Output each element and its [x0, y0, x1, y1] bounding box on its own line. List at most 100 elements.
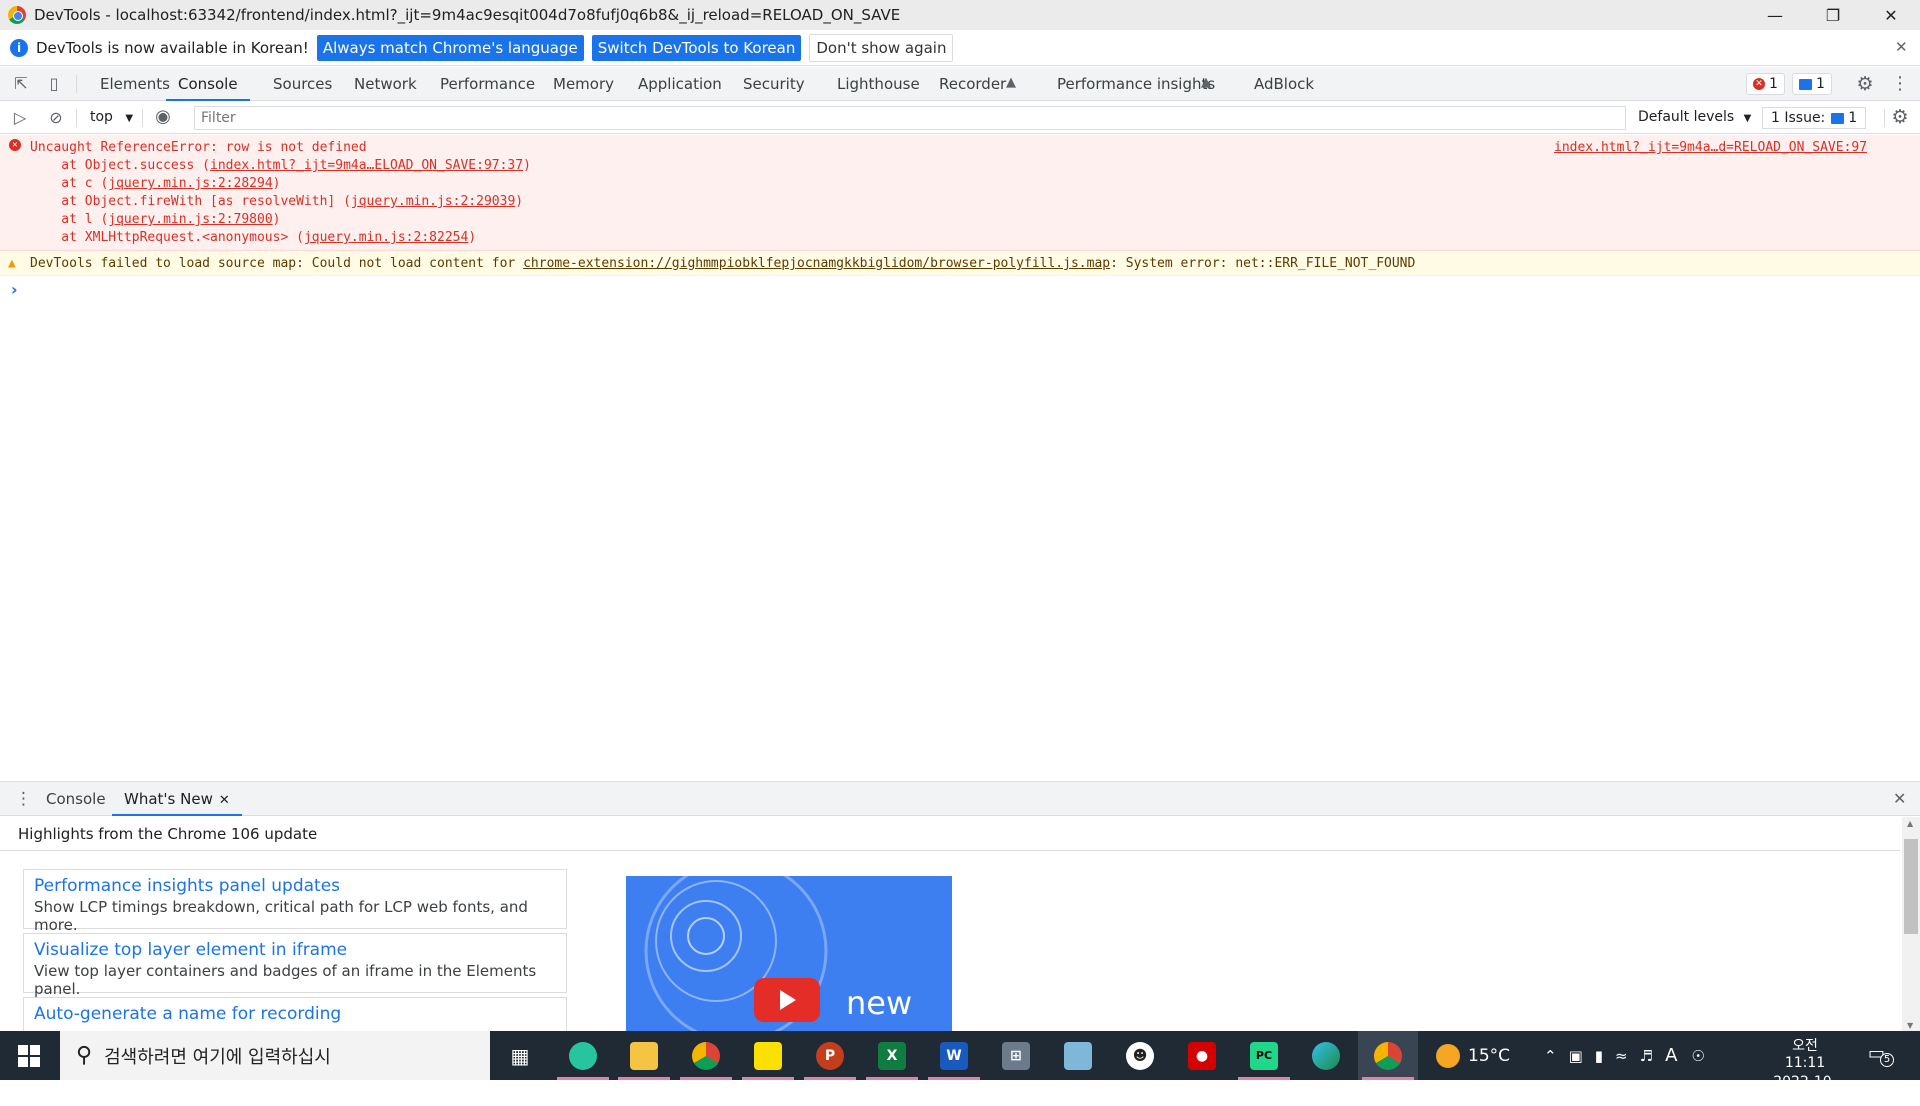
stack-frame-link[interactable]: jquery.min.js:2:29039: [351, 194, 515, 209]
taskbar-app-pycharm[interactable]: PC: [1234, 1031, 1294, 1080]
notepad-icon: [1064, 1041, 1092, 1070]
stack-frame-link[interactable]: jquery.min.js:2:82254: [304, 230, 468, 245]
restore-button[interactable]: ❐: [1804, 0, 1862, 30]
ide-icon: [569, 1041, 597, 1070]
taskbar-app-excel[interactable]: X: [862, 1031, 922, 1080]
folder-icon: [630, 1041, 658, 1070]
taskbar-app-notepad[interactable]: [1048, 1031, 1108, 1080]
log-levels-dropdown[interactable]: Default levels ▼: [1638, 109, 1751, 125]
show-sidebar-icon[interactable]: ▷: [10, 108, 30, 128]
minimize-button[interactable]: —: [1746, 0, 1804, 30]
console-filter-input[interactable]: [194, 106, 1626, 130]
taskbar-app-sticky-notes[interactable]: [738, 1031, 798, 1080]
windows-start-icon[interactable]: [18, 1045, 40, 1067]
warning-text: DevTools failed to load source map: Coul…: [30, 256, 1416, 271]
close-drawer-icon[interactable]: ✕: [1893, 789, 1906, 808]
tab-security[interactable]: Security: [743, 67, 805, 101]
switch-to-korean-button[interactable]: Switch DevTools to Korean: [591, 34, 802, 61]
tab-elements[interactable]: Elements: [100, 67, 170, 101]
excel-icon: X: [878, 1041, 906, 1070]
stack-frame-link[interactable]: jquery.min.js:2:28294: [108, 176, 272, 191]
device-toolbar-icon[interactable]: ▯: [44, 74, 64, 94]
notification-center-icon[interactable]: ▭ 5: [1868, 1043, 1894, 1067]
scroll-down-icon[interactable]: ▼: [1907, 1021, 1913, 1030]
taskbar-app-edge[interactable]: [1296, 1031, 1356, 1080]
error-source-link[interactable]: index.html?_ijt=9m4a…d=RELOAD_ON_SAVE:97: [1554, 140, 1867, 155]
sticky-notes-icon: [754, 1041, 782, 1070]
taskbar-app-chrome-active[interactable]: [1358, 1031, 1418, 1080]
drawer-menu-icon[interactable]: ⋮: [15, 789, 32, 809]
chevron-up-icon[interactable]: ⌃: [1544, 1047, 1557, 1065]
always-match-language-button[interactable]: Always match Chrome's language: [316, 34, 584, 61]
youtube-play-icon[interactable]: [754, 978, 820, 1022]
feature-card[interactable]: Performance insights panel updates Show …: [23, 869, 567, 934]
scrollbar-thumb[interactable]: [1904, 839, 1918, 934]
task-view-icon[interactable]: ▦: [490, 1031, 550, 1080]
volume-icon[interactable]: ♬: [1640, 1047, 1653, 1065]
source-map-link[interactable]: chrome-extension://gighmmpiobklfepjocnam…: [523, 256, 1110, 271]
touch-keyboard-icon[interactable]: ☉: [1691, 1047, 1704, 1065]
tab-network[interactable]: Network: [354, 67, 417, 101]
taskbar-app-file-explorer[interactable]: [614, 1031, 674, 1080]
issues-button[interactable]: 1 Issue: 1: [1762, 107, 1867, 129]
taskbar-search-box[interactable]: ⚲ 검색하려면 여기에 입력하십시: [60, 1031, 490, 1080]
close-infobar-icon[interactable]: ✕: [1895, 38, 1908, 56]
tab-performance-insights[interactable]: Performance insights: [1057, 67, 1215, 101]
dont-show-again-button[interactable]: Don't show again: [809, 33, 954, 62]
taskbar-app-ide[interactable]: [553, 1031, 613, 1080]
feature-card[interactable]: Visualize top layer element in iframe Vi…: [23, 933, 567, 998]
tab-recorder[interactable]: Recorder: [939, 67, 1006, 101]
issues-count: 1: [1848, 110, 1858, 126]
feature-card-description: Show LCP timings breakdown, critical pat…: [34, 898, 528, 934]
taskbar-app-github[interactable]: ☻: [1110, 1031, 1170, 1080]
window-title: DevTools - localhost:63342/frontend/inde…: [34, 6, 901, 24]
taskbar-app-word[interactable]: W: [924, 1031, 984, 1080]
drawer-tab-console[interactable]: Console: [46, 782, 106, 816]
tab-console[interactable]: Console: [166, 67, 250, 101]
tab-adblock[interactable]: AdBlock: [1254, 67, 1314, 101]
stack-frame-link[interactable]: index.html?_ijt=9m4a…ELOAD_ON_SAVE:97:37: [210, 158, 523, 173]
whats-new-video-thumbnail[interactable]: new: [626, 876, 952, 1032]
feature-card-title[interactable]: Auto-generate a name for recording: [34, 1004, 556, 1024]
tab-performance[interactable]: Performance: [440, 67, 535, 101]
console-input[interactable]: [30, 278, 1910, 298]
taskbar-app-powerpoint[interactable]: P: [800, 1031, 860, 1080]
drawer-tab-whats-new[interactable]: What's New ✕: [112, 782, 242, 816]
more-options-icon[interactable]: ⋮: [1890, 74, 1910, 94]
close-tab-icon[interactable]: ✕: [219, 793, 230, 808]
close-window-button[interactable]: ✕: [1862, 0, 1920, 30]
taskbar-app-chrome[interactable]: [676, 1031, 736, 1080]
feature-card-title[interactable]: Performance insights panel updates: [34, 876, 556, 896]
clock[interactable]: 오전 11:11 2022-10-26: [1770, 1035, 1840, 1106]
wifi-icon[interactable]: ≈: [1615, 1047, 1628, 1065]
tab-lighthouse[interactable]: Lighthouse: [837, 67, 920, 101]
infobar-message: DevTools is now available in Korean!: [36, 38, 309, 57]
weather-widget[interactable]: 15°C: [1436, 1031, 1510, 1080]
inspect-element-icon[interactable]: ⇱: [11, 74, 31, 94]
live-expression-eye-icon[interactable]: ◉: [153, 107, 173, 127]
error-count-badge[interactable]: ✕ 1: [1746, 73, 1785, 95]
feature-card-description: View top layer containers and badges of …: [34, 962, 537, 998]
camera-icon[interactable]: ▣: [1569, 1047, 1583, 1065]
message-count-badge[interactable]: 1: [1792, 73, 1832, 95]
taskbar-app-vpn[interactable]: ●: [1172, 1031, 1232, 1080]
edge-icon: [1312, 1041, 1340, 1070]
drawer-scrollbar[interactable]: ▲ ▼: [1902, 817, 1920, 1032]
clear-console-icon[interactable]: ⊘: [46, 108, 66, 128]
context-selector[interactable]: top ▼: [90, 109, 133, 125]
powerpoint-icon: P: [816, 1041, 844, 1070]
console-warning-message: ▲ DevTools failed to load source map: Co…: [0, 252, 1920, 276]
taskbar-app-calculator[interactable]: ⊞: [986, 1031, 1046, 1080]
tab-application[interactable]: Application: [638, 67, 722, 101]
divider: [1884, 109, 1885, 127]
stack-frame-link[interactable]: jquery.min.js:2:79800: [108, 212, 272, 227]
feature-card-title[interactable]: Visualize top layer element in iframe: [34, 940, 556, 960]
scroll-up-icon[interactable]: ▲: [1907, 819, 1913, 828]
issues-label: 1 Issue:: [1771, 110, 1826, 126]
ime-indicator[interactable]: A: [1665, 1045, 1677, 1066]
tab-sources[interactable]: Sources: [273, 67, 332, 101]
tab-memory[interactable]: Memory: [553, 67, 614, 101]
battery-icon[interactable]: ▮: [1595, 1047, 1603, 1065]
console-settings-gear-icon[interactable]: ⚙: [1890, 107, 1910, 127]
settings-gear-icon[interactable]: ⚙: [1855, 74, 1875, 94]
